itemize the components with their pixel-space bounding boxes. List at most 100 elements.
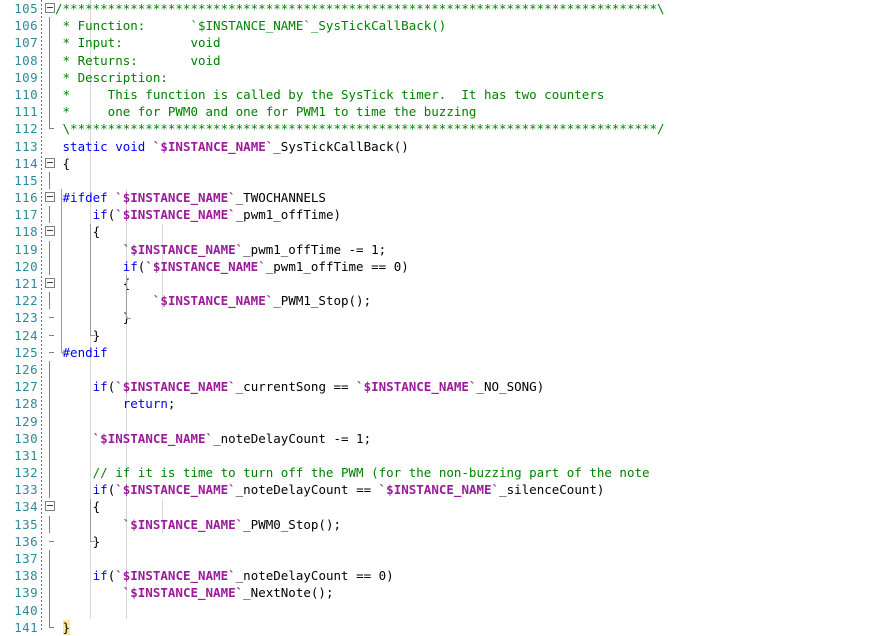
code-line[interactable]: 112 \***********************************… <box>0 120 869 137</box>
code-line[interactable]: 137 <box>0 550 869 568</box>
code-line[interactable]: 134 { <box>0 498 869 515</box>
code-text: * Function: `$INSTANCE_NAME`_SysTickCall… <box>55 18 447 34</box>
fold-guide-line <box>49 429 50 447</box>
line-number: 131 <box>14 447 38 463</box>
code-line[interactable]: 110 * This function is called by the Sys… <box>0 85 869 104</box>
code-line[interactable]: 127 if(`$INSTANCE_NAME`_currentSong == `… <box>0 378 869 396</box>
line-number: 122 <box>14 293 38 309</box>
code-text: return; <box>122 396 176 412</box>
code-line[interactable]: 128 return; <box>0 395 869 413</box>
code-line[interactable]: 106 * Function: `$INSTANCE_NAME`_SysTick… <box>0 17 869 35</box>
code-text: * Description: <box>55 69 168 85</box>
fold-guide-line <box>49 378 50 396</box>
fold-collapse-icon[interactable] <box>45 278 55 288</box>
code-text: if(`$INSTANCE_NAME`_noteDelayCount == `$… <box>92 482 605 498</box>
code-line[interactable]: 133 if(`$INSTANCE_NAME`_noteDelayCount =… <box>0 481 869 499</box>
fold-column[interactable] <box>44 171 56 190</box>
fold-collapse-icon[interactable] <box>45 226 55 237</box>
code-line[interactable]: 105 /************************************… <box>0 0 869 17</box>
code-line[interactable]: 117 if(`$INSTANCE_NAME`_pwm1_offTime) <box>0 206 869 224</box>
line-number: 106 <box>14 18 38 34</box>
code-line[interactable]: 124 } <box>0 327 869 344</box>
line-number: 116 <box>14 190 38 206</box>
code-text: /***************************************… <box>55 1 665 16</box>
code-line[interactable]: 136 } <box>0 533 869 550</box>
line-number: 112 <box>14 121 38 137</box>
code-text: } <box>62 619 71 635</box>
fold-collapse-icon[interactable] <box>45 157 55 168</box>
code-text: static void `$INSTANCE_NAME`_SysTickCall… <box>62 138 409 154</box>
code-line[interactable]: 118 { <box>0 223 869 240</box>
fold-end-tick-icon <box>49 351 54 353</box>
nested-fold-guide <box>126 275 127 319</box>
fold-column[interactable] <box>44 446 56 465</box>
line-number: 113 <box>14 138 38 154</box>
code-text: { <box>55 155 71 171</box>
code-line[interactable]: 120 if(`$INSTANCE_NAME`_pwm1_offTime == … <box>0 257 869 275</box>
code-line[interactable]: 138 if(`$INSTANCE_NAME`_noteDelayCount =… <box>0 567 869 585</box>
code-line[interactable]: 126 <box>0 360 869 379</box>
code-line[interactable]: 141 } <box>0 618 869 636</box>
code-line[interactable]: 125 #endif <box>0 344 869 361</box>
line-number: 128 <box>14 396 38 412</box>
code-text: } <box>55 310 131 326</box>
fold-collapse-icon[interactable] <box>45 501 55 512</box>
code-line[interactable]: 115 <box>0 171 869 190</box>
line-number: 125 <box>14 344 38 360</box>
fold-guide-line <box>49 34 50 52</box>
fold-column[interactable] <box>44 550 56 568</box>
code-text: #ifdef `$INSTANCE_NAME`_TWOCHANNELS <box>62 190 326 206</box>
fold-guide-line <box>49 257 50 275</box>
code-text: * This function is called by the SysTick… <box>55 86 605 102</box>
line-number: 127 <box>14 379 38 395</box>
fold-collapse-icon[interactable] <box>45 3 55 13</box>
code-line[interactable]: 111 * one for PWM0 and one for PWM1 to t… <box>0 103 869 121</box>
code-line[interactable]: 116 #ifdef `$INSTANCE_NAME`_TWOCHANNELS <box>0 189 869 206</box>
code-text: * one for PWM0 and one for PWM1 to time … <box>55 104 477 120</box>
line-number: 117 <box>14 207 38 223</box>
fold-guide-line <box>49 515 50 533</box>
nested-fold-guide <box>61 189 62 353</box>
fold-guide-line <box>49 481 50 499</box>
fold-column[interactable] <box>44 601 56 619</box>
code-line[interactable]: 108 * Returns: void <box>0 51 869 69</box>
fold-guide-line <box>49 240 50 258</box>
fold-guide-line <box>49 584 50 602</box>
code-text: if(`$INSTANCE_NAME`_currentSong == `$INS… <box>92 379 545 395</box>
code-text: `$INSTANCE_NAME`_PWM0_Stop(); <box>122 516 341 532</box>
line-number: 124 <box>14 327 38 343</box>
line-number: 133 <box>14 482 38 498</box>
line-number: 111 <box>14 104 38 120</box>
code-line[interactable]: 130 `$INSTANCE_NAME`_noteDelayCount -= 1… <box>0 429 869 447</box>
line-number: 118 <box>14 224 38 240</box>
line-number: 129 <box>14 413 38 429</box>
code-line[interactable]: 109 * Description: <box>0 68 869 86</box>
line-number: 135 <box>14 516 38 532</box>
code-line[interactable]: 121 { <box>0 275 869 292</box>
fold-column[interactable] <box>44 412 56 430</box>
nested-fold-guide <box>90 498 91 543</box>
code-line[interactable]: 113 static void `$INSTANCE_NAME`_SysTick… <box>0 138 869 155</box>
code-line[interactable]: 122 `$INSTANCE_NAME`_PWM1_Stop(); <box>0 292 869 310</box>
line-number: 123 <box>14 310 38 326</box>
line-number: 132 <box>14 465 38 481</box>
code-line[interactable]: 132 // if it is time to turn off the PWM… <box>0 464 869 482</box>
code-line[interactable]: 129 <box>0 412 869 430</box>
code-text: `$INSTANCE_NAME`_PWM1_Stop(); <box>152 293 372 309</box>
code-line[interactable]: 135 `$INSTANCE_NAME`_PWM0_Stop(); <box>0 515 869 533</box>
code-line[interactable]: 119 `$INSTANCE_NAME`_pwm1_offTime -= 1; <box>0 240 869 258</box>
code-editor[interactable]: 105 /************************************… <box>0 0 869 635</box>
fold-collapse-icon[interactable] <box>45 192 55 203</box>
code-line[interactable]: 139 `$INSTANCE_NAME`_NextNote(); <box>0 584 869 602</box>
code-line[interactable]: 114 { <box>0 155 869 172</box>
fold-guide-line <box>49 51 50 69</box>
code-line[interactable]: 107 * Input: void <box>0 34 869 52</box>
code-line[interactable]: 140 <box>0 601 869 619</box>
fold-guide-line <box>49 360 50 379</box>
nested-fold-guide-tick <box>90 541 95 543</box>
code-text: `$INSTANCE_NAME`_pwm1_offTime -= 1; <box>122 241 387 257</box>
fold-column[interactable] <box>44 360 56 379</box>
line-number: 136 <box>14 533 38 549</box>
code-line[interactable]: 131 <box>0 446 869 465</box>
fold-guide-line <box>49 464 50 482</box>
